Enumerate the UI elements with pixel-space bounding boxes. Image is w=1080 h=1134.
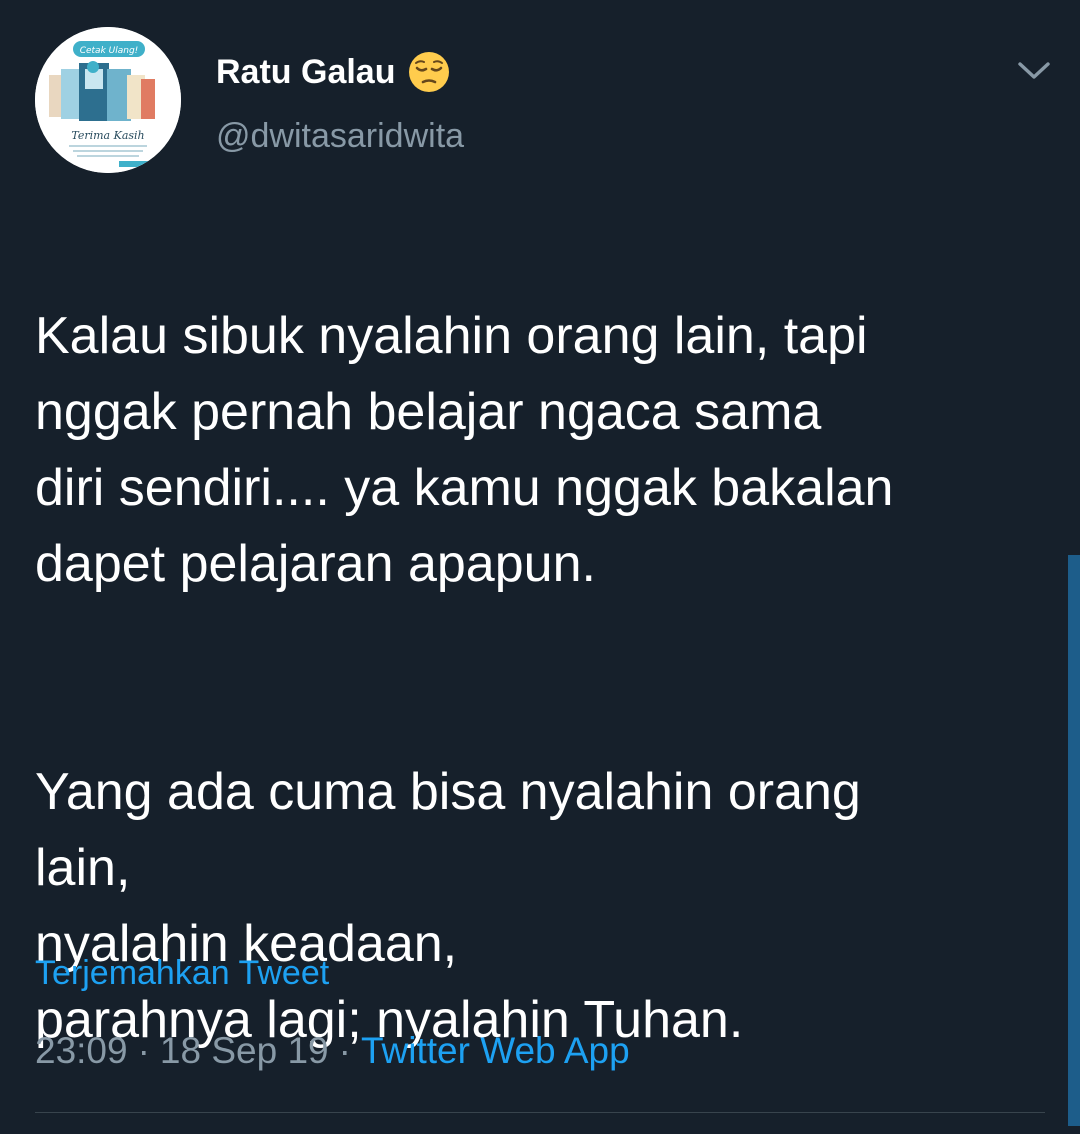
tweet-meta: 23:09 · 18 Sep 19 · Twitter Web App bbox=[35, 1030, 630, 1072]
user-handle[interactable]: @dwitasaridwita bbox=[216, 117, 464, 156]
avatar-banner-text: Cetak Ulang! bbox=[80, 46, 139, 56]
avatar-caption: Terima Kasih bbox=[71, 129, 144, 142]
avatar-image: Cetak Ulang! Terima Kasih bbox=[35, 27, 181, 173]
scrollbar[interactable] bbox=[1068, 555, 1080, 1126]
avatar[interactable]: Cetak Ulang! Terima Kasih bbox=[35, 27, 181, 173]
display-name[interactable]: Ratu Galau bbox=[216, 53, 395, 92]
meta-separator: · bbox=[338, 1030, 351, 1071]
tweet: Cetak Ulang! Terima Kasih Ratu Galau @dw… bbox=[0, 0, 1080, 1126]
divider bbox=[35, 1112, 1045, 1113]
translate-tweet-link[interactable]: Terjemahkan Tweet bbox=[35, 954, 329, 993]
pensive-face-icon bbox=[409, 52, 450, 92]
tweet-paragraph: Kalau sibuk nyalahin orang lain, tapi ng… bbox=[35, 307, 894, 593]
meta-separator: · bbox=[137, 1030, 150, 1071]
tweet-date[interactable]: 18 Sep 19 bbox=[160, 1030, 329, 1072]
tweet-paragraph: Yang ada cuma bisa nyalahin orang lain, … bbox=[35, 763, 861, 1049]
tweet-text: Kalau sibuk nyalahin orang lain, tapi ng… bbox=[35, 222, 1045, 1134]
tweet-source-link[interactable]: Twitter Web App bbox=[361, 1030, 630, 1072]
tweet-time[interactable]: 23:09 bbox=[35, 1030, 128, 1072]
chevron-down-icon[interactable] bbox=[1014, 56, 1054, 84]
author-row[interactable]: Ratu Galau bbox=[216, 50, 451, 94]
